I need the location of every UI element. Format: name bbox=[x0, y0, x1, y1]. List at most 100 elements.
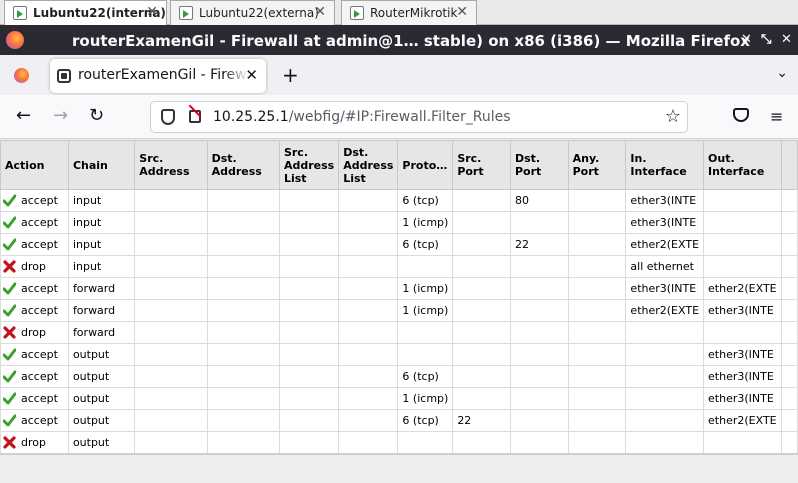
table-row[interactable]: accept input 6 (tcp) 22 ether2(EXTE bbox=[0, 233, 798, 256]
table-row[interactable]: drop input all ethernet bbox=[0, 255, 798, 278]
forward-button[interactable]: → bbox=[53, 107, 68, 125]
table-cell bbox=[452, 233, 511, 256]
column-header[interactable]: Src. Port bbox=[452, 140, 511, 190]
firefox-view-icon[interactable] bbox=[14, 68, 29, 83]
url-text[interactable]: 10.25.25.1/webfig/#IP:Firewall.Filter_Ru… bbox=[213, 109, 511, 125]
action-label: accept bbox=[21, 392, 58, 405]
table-cell bbox=[567, 277, 627, 300]
table-row[interactable]: accept output 6 (tcp) ether3(INTE bbox=[0, 365, 798, 388]
column-header[interactable]: In. Interface bbox=[625, 140, 705, 190]
table-cell: forward bbox=[67, 299, 136, 322]
table-cell: 1 (icmp) bbox=[397, 387, 454, 410]
table-cell: 6 (tcp) bbox=[397, 365, 454, 388]
action-cell[interactable]: accept bbox=[0, 343, 69, 366]
tracking-protection-icon[interactable] bbox=[161, 109, 175, 125]
close-tab-icon[interactable]: ✕ bbox=[245, 66, 258, 84]
table-cell bbox=[278, 343, 340, 366]
table-row[interactable]: accept input 6 (tcp) 80 ether3(INTE bbox=[0, 189, 798, 212]
table-cell: input bbox=[67, 233, 136, 256]
hamburger-menu-icon[interactable]: ≡ bbox=[770, 107, 783, 126]
table-row[interactable]: accept forward 1 (icmp) ether2(EXTE ether3(I… bbox=[0, 299, 798, 322]
table-cell: output bbox=[67, 365, 136, 388]
browser-tab-active[interactable]: routerExamenGil - Firewall at admin@ ✕ bbox=[50, 59, 266, 93]
new-tab-button[interactable]: + bbox=[282, 63, 299, 87]
url-bar[interactable]: 10.25.25.1/webfig/#IP:Firewall.Filter_Ru… bbox=[150, 101, 688, 133]
vm-tab-close-icon[interactable]: ✕ bbox=[146, 4, 158, 20]
table-cell bbox=[780, 365, 798, 388]
table-cell bbox=[338, 277, 399, 300]
action-cell[interactable]: accept bbox=[0, 387, 69, 410]
table-row[interactable]: accept output 6 (tcp) 22 ether2(EXTE bbox=[0, 409, 798, 432]
table-row[interactable]: drop output bbox=[0, 431, 798, 454]
vm-tab-close-icon[interactable]: ✕ bbox=[314, 4, 326, 20]
table-cell bbox=[206, 299, 280, 322]
table-cell bbox=[278, 189, 340, 212]
accept-check-icon bbox=[3, 194, 16, 207]
table-cell: ether2(EXTE bbox=[703, 277, 782, 300]
column-header[interactable]: Src. Address bbox=[134, 140, 208, 190]
table-row[interactable]: accept forward 1 (icmp) ether3(INTE ether2(E… bbox=[0, 277, 798, 300]
column-header[interactable]: Dst. Port bbox=[509, 140, 569, 190]
table-cell: forward bbox=[67, 277, 136, 300]
table-cell: output bbox=[67, 343, 136, 366]
column-header[interactable]: Src. Address List bbox=[278, 140, 340, 190]
column-header[interactable]: Action bbox=[0, 140, 69, 190]
table-row[interactable]: accept output ether3(INTE bbox=[0, 343, 798, 366]
column-header[interactable]: Any. Port bbox=[567, 140, 627, 190]
page-content: Action Chain Src. Address Dst. Address Src. … bbox=[0, 140, 798, 483]
action-cell[interactable]: accept bbox=[0, 365, 69, 388]
action-cell[interactable]: drop bbox=[0, 255, 69, 278]
action-cell[interactable]: accept bbox=[0, 211, 69, 234]
accept-check-icon bbox=[3, 282, 16, 295]
minimize-icon[interactable]: ✕ bbox=[741, 32, 752, 47]
table-row[interactable]: accept input 1 (icmp) ether3(INTE bbox=[0, 211, 798, 234]
action-cell[interactable]: drop bbox=[0, 321, 69, 344]
table-cell: ether2(EXTE bbox=[625, 233, 705, 256]
vm-tab-routermikrotik[interactable]: RouterMikrotik ✕ bbox=[341, 0, 477, 25]
column-header[interactable]: Out. Interface bbox=[703, 140, 782, 190]
table-cell bbox=[206, 277, 280, 300]
table-cell bbox=[338, 409, 399, 432]
action-label: drop bbox=[21, 260, 46, 273]
reload-button[interactable]: ↻ bbox=[89, 107, 104, 125]
table-cell bbox=[452, 321, 511, 344]
close-window-icon[interactable]: ✕ bbox=[781, 32, 792, 47]
vm-tab-lubuntu-interna[interactable]: Lubuntu22(interna) ✕ bbox=[4, 0, 167, 25]
action-cell[interactable]: accept bbox=[0, 189, 69, 212]
table-row[interactable]: drop forward bbox=[0, 321, 798, 344]
list-all-tabs-icon[interactable]: ⌄ bbox=[776, 65, 788, 81]
drop-x-icon bbox=[3, 260, 16, 273]
action-cell[interactable]: accept bbox=[0, 409, 69, 432]
pocket-icon[interactable] bbox=[733, 108, 749, 122]
back-button[interactable]: ← bbox=[16, 107, 31, 125]
column-header[interactable]: Chain bbox=[67, 140, 136, 190]
table-cell bbox=[278, 431, 340, 454]
table-cell bbox=[567, 387, 627, 410]
table-cell bbox=[567, 365, 627, 388]
column-header[interactable]: Dst. Address bbox=[206, 140, 280, 190]
action-cell[interactable]: drop bbox=[0, 431, 69, 454]
table-cell bbox=[567, 233, 627, 256]
bookmark-star-icon[interactable]: ☆ bbox=[665, 106, 681, 127]
action-cell[interactable]: accept bbox=[0, 277, 69, 300]
vm-tab-close-icon[interactable]: ✕ bbox=[456, 4, 468, 20]
vm-tab-lubuntu-externa[interactable]: Lubuntu22(externa) ✕ bbox=[170, 0, 335, 25]
action-cell[interactable]: accept bbox=[0, 233, 69, 256]
table-cell bbox=[278, 277, 340, 300]
column-header[interactable] bbox=[780, 140, 798, 190]
column-header[interactable]: Dst. Address List bbox=[338, 140, 399, 190]
action-label: accept bbox=[21, 370, 58, 383]
table-cell bbox=[452, 211, 511, 234]
table-cell bbox=[338, 365, 399, 388]
table-cell bbox=[703, 189, 782, 212]
table-cell: output bbox=[67, 431, 136, 454]
status-area bbox=[0, 453, 798, 483]
column-header[interactable]: Proto… bbox=[397, 140, 454, 190]
insecure-lock-icon[interactable] bbox=[189, 110, 201, 123]
table-cell bbox=[338, 255, 399, 278]
restore-icon[interactable]: ⤡ bbox=[761, 32, 771, 47]
table-row[interactable]: accept output 1 (icmp) ether3(INTE bbox=[0, 387, 798, 410]
table-cell bbox=[206, 365, 280, 388]
table-cell bbox=[509, 409, 569, 432]
action-cell[interactable]: accept bbox=[0, 299, 69, 322]
